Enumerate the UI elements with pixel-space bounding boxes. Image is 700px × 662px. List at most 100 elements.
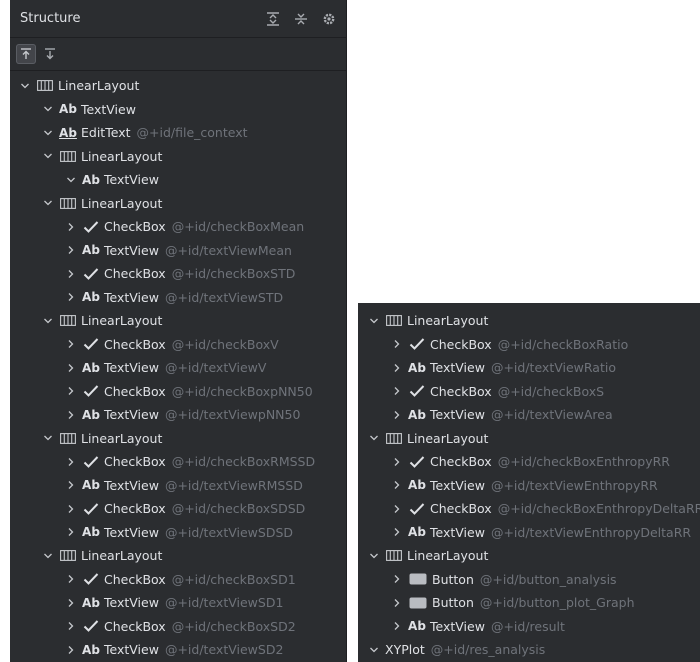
chevron-down-icon[interactable]	[41, 151, 55, 161]
tree-row[interactable]: LinearLayout	[10, 192, 346, 216]
chevron-right-icon[interactable]	[64, 245, 78, 255]
tree-row[interactable]: LinearLayout	[10, 74, 346, 98]
chevron-right-icon[interactable]	[64, 269, 78, 279]
tree-row[interactable]: Ab TextView @+id/textViewRMSSD	[10, 474, 346, 498]
chevron-down-icon[interactable]	[367, 551, 381, 561]
tree-row[interactable]: CheckBox @+id/checkBoxEnthropyRR	[358, 450, 700, 474]
chevron-right-icon[interactable]	[390, 363, 404, 373]
tree-row-label: TextView	[104, 289, 159, 305]
chevron-right-icon[interactable]	[64, 598, 78, 608]
chevron-down-icon[interactable]	[41, 316, 55, 326]
chevron-right-icon[interactable]	[64, 457, 78, 467]
tree-row[interactable]: CheckBox @+id/checkBoxSTD	[10, 262, 346, 286]
tree-row[interactable]: LinearLayout	[358, 309, 700, 333]
chevron-down-icon[interactable]	[18, 81, 32, 91]
chevron-down-icon[interactable]	[41, 128, 55, 138]
tree-row[interactable]: Ab TextView @+id/textViewSD2	[10, 638, 346, 662]
chevron-right-icon[interactable]	[390, 386, 404, 396]
chevron-right-icon[interactable]	[390, 410, 404, 420]
chevron-down-icon[interactable]	[41, 104, 55, 114]
chevron-right-icon[interactable]	[64, 527, 78, 537]
tree-row[interactable]: CheckBox @+id/checkBoxSDSD	[10, 497, 346, 521]
tree-row[interactable]: Ab TextView @+id/textViewMean	[10, 239, 346, 263]
tree-row-id: @+id/checkBoxEnthropyDeltaRR	[497, 501, 700, 517]
chevron-right-icon[interactable]	[390, 621, 404, 631]
tree-row[interactable]: LinearLayout	[10, 145, 346, 169]
collapse-all-icon[interactable]	[292, 10, 310, 28]
tree-row-label: TextView	[430, 360, 485, 376]
chevron-right-icon[interactable]	[64, 645, 78, 655]
tree-row[interactable]: CheckBox @+id/checkBoxEnthropyDeltaRR	[358, 497, 700, 521]
tree-row-id: @+id/button_plot_Graph	[479, 595, 635, 611]
tree-row[interactable]: Ab TextView @+id/textViewV	[10, 356, 346, 380]
chevron-right-icon[interactable]	[64, 292, 78, 302]
tree-row[interactable]: Ab TextView	[10, 98, 346, 122]
chevron-right-icon[interactable]	[390, 480, 404, 490]
tree-row[interactable]: Ab TextView @+id/textViewpNN50	[10, 403, 346, 427]
chevron-down-icon[interactable]	[367, 316, 381, 326]
linear-layout-icon	[385, 315, 403, 327]
chevron-right-icon[interactable]	[390, 598, 404, 608]
tree-row[interactable]: LinearLayout	[10, 309, 346, 333]
gear-icon[interactable]	[320, 10, 338, 28]
tree-row[interactable]: Ab TextView @+id/textViewSD1	[10, 591, 346, 615]
tree-row[interactable]: Ab TextView @+id/textViewRatio	[358, 356, 700, 380]
expand-all-icon[interactable]	[264, 10, 282, 28]
tree-row[interactable]: Ab TextView @+id/textViewSDSD	[10, 521, 346, 545]
chevron-right-icon[interactable]	[64, 386, 78, 396]
tree-row[interactable]: CheckBox @+id/checkBoxSD1	[10, 568, 346, 592]
chevron-right-icon[interactable]	[390, 457, 404, 467]
tree-row[interactable]: Ab TextView @+id/result	[358, 615, 700, 639]
chevron-right-icon[interactable]	[64, 363, 78, 373]
tree-row[interactable]: CheckBox @+id/checkBoxV	[10, 333, 346, 357]
chevron-right-icon[interactable]	[390, 527, 404, 537]
tree-row[interactable]: LinearLayout	[10, 544, 346, 568]
tree-row[interactable]: LinearLayout	[10, 427, 346, 451]
tree-row[interactable]: XYPlot @+id/res_analysis	[358, 638, 700, 662]
tree-row[interactable]: CheckBox @+id/checkBoxRMSSD	[10, 450, 346, 474]
chevron-down-icon[interactable]	[41, 551, 55, 561]
chevron-right-icon[interactable]	[390, 339, 404, 349]
textview-icon: Ab	[82, 290, 100, 305]
chevron-down-icon[interactable]	[64, 175, 78, 185]
chevron-right-icon[interactable]	[64, 504, 78, 514]
chevron-right-icon[interactable]	[64, 222, 78, 232]
tree-row[interactable]: Button @+id/button_plot_Graph	[358, 591, 700, 615]
sort-down-icon[interactable]	[40, 44, 60, 64]
tree-row-id: @+id/textViewEnthropyDeltaRR	[490, 524, 692, 540]
tree-row-id: @+id/result	[490, 618, 565, 634]
tree-row[interactable]: CheckBox @+id/checkBoxSD2	[10, 615, 346, 639]
tree-row[interactable]: Ab TextView	[10, 168, 346, 192]
sort-up-icon[interactable]	[16, 44, 36, 64]
tree-row[interactable]: Ab TextView @+id/textViewEnthropyRR	[358, 474, 700, 498]
tree-row[interactable]: Button @+id/button_analysis	[358, 568, 700, 592]
chevron-down-icon[interactable]	[367, 645, 381, 655]
chevron-right-icon[interactable]	[64, 574, 78, 584]
chevron-down-icon[interactable]	[41, 198, 55, 208]
tree-row-label: TextView	[430, 407, 485, 423]
chevron-right-icon[interactable]	[64, 621, 78, 631]
tree-row[interactable]: LinearLayout	[358, 544, 700, 568]
linear-layout-icon	[59, 315, 77, 327]
tree-row-id: @+id/checkBoxSD1	[171, 571, 296, 587]
tree-row[interactable]: Ab EditText @+id/file_context	[10, 121, 346, 145]
chevron-right-icon[interactable]	[64, 410, 78, 420]
tree-row[interactable]: CheckBox @+id/checkBoxS	[358, 380, 700, 404]
tree-row[interactable]: Ab TextView @+id/textViewArea	[358, 403, 700, 427]
chevron-right-icon[interactable]	[64, 480, 78, 490]
textview-icon: Ab	[408, 407, 426, 422]
textview-icon: Ab	[82, 407, 100, 422]
tree-row-id: @+id/checkBoxS	[497, 383, 605, 399]
tree-row[interactable]: CheckBox @+id/checkBoxpNN50	[10, 380, 346, 404]
chevron-right-icon[interactable]	[64, 339, 78, 349]
panel-titlebar: Structure	[10, 0, 346, 38]
tree-row[interactable]: Ab TextView @+id/textViewSTD	[10, 286, 346, 310]
chevron-right-icon[interactable]	[390, 504, 404, 514]
tree-row[interactable]: Ab TextView @+id/textViewEnthropyDeltaRR	[358, 521, 700, 545]
chevron-down-icon[interactable]	[367, 433, 381, 443]
tree-row[interactable]: LinearLayout	[358, 427, 700, 451]
tree-row[interactable]: CheckBox @+id/checkBoxMean	[10, 215, 346, 239]
chevron-down-icon[interactable]	[41, 433, 55, 443]
chevron-right-icon[interactable]	[390, 574, 404, 584]
tree-row[interactable]: CheckBox @+id/checkBoxRatio	[358, 333, 700, 357]
